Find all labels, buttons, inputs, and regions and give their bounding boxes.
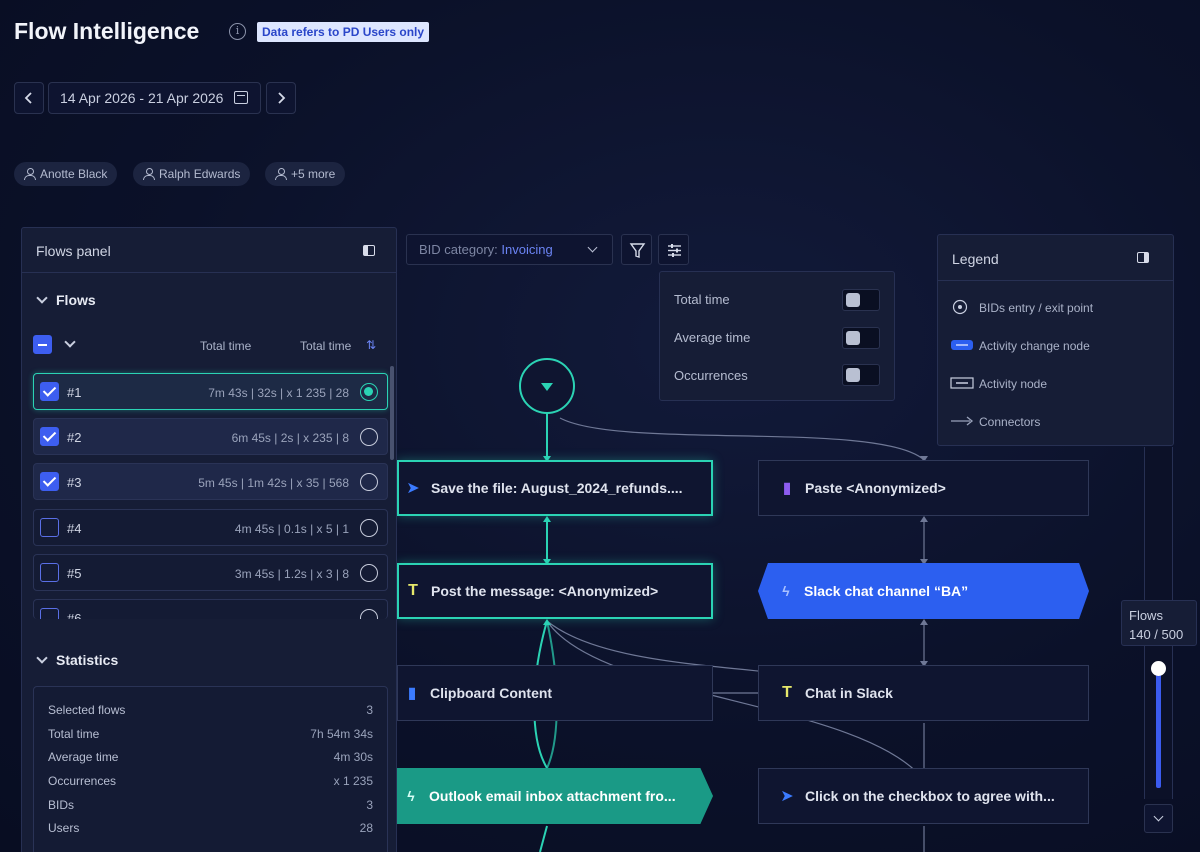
flow-radio[interactable] — [360, 473, 378, 491]
stat-row: Selected flows 3 — [48, 703, 373, 717]
chevron-down-icon — [587, 242, 598, 253]
statistics-box: Selected flows 3 Total time 7h 54m 34s Ave… — [33, 686, 388, 852]
entry-exit-point-icon — [952, 299, 968, 315]
text-icon: T — [782, 684, 792, 701]
cursor-icon: ➤ — [780, 788, 794, 805]
flows-table-header: Total time Total time ⇅ — [33, 335, 376, 357]
stat-row: Users 28 — [48, 821, 373, 836]
flow-row[interactable]: #2 6m 45s | 2s | x 235 | 8 — [33, 418, 388, 455]
connector-arrow-icon — [951, 416, 974, 426]
activity-change-node-icon — [951, 340, 973, 350]
slider-value: 140 / 500 — [1129, 627, 1184, 642]
flow-radio[interactable] — [360, 428, 378, 446]
slider-label: Flows — [1129, 608, 1163, 623]
flows-count-tooltip: Flows 140 / 500 — [1121, 600, 1197, 646]
average-time-toggle[interactable] — [842, 327, 880, 349]
statistics-section-toggle[interactable]: Statistics — [36, 652, 118, 668]
display-options-popup: Total time Average time Occurrences — [659, 271, 895, 401]
chevron-down-icon — [36, 292, 48, 304]
flow-row[interactable]: #3 5m 45s | 1m 42s | x 35 | 568 — [33, 463, 388, 500]
legend-title: Legend — [952, 251, 999, 267]
cursor-icon: ➤ — [406, 480, 420, 497]
sliders-icon — [668, 244, 681, 257]
stat-row: Occurrences x 1 235 — [48, 774, 373, 789]
collapse-panel-icon[interactable] — [1137, 252, 1149, 263]
activity-change-node-slack[interactable]: ϟ Slack chat channel “BA” — [758, 563, 1089, 619]
slider-down-button[interactable] — [1144, 804, 1173, 833]
legend-panel: Legend BIDs entry / exit point Activity … — [937, 234, 1174, 446]
display-settings-button[interactable] — [658, 234, 689, 265]
flow-checkbox[interactable] — [40, 427, 59, 446]
sort-column-header[interactable]: Total time — [300, 339, 351, 353]
total-time-toggle[interactable] — [842, 289, 880, 311]
flow-checkbox[interactable] — [40, 518, 59, 537]
activity-node-chat-slack[interactable]: T Chat in Slack — [758, 665, 1089, 721]
column-header[interactable]: Total time — [200, 339, 251, 353]
stat-row: BIDs 3 — [48, 797, 373, 812]
activity-node-paste[interactable]: ▮ Paste <Anonymized> — [758, 460, 1089, 516]
flow-row[interactable]: #5 3m 45s | 1.2s | x 3 | 8 — [33, 554, 388, 591]
lightning-icon: ϟ — [782, 583, 790, 599]
activity-node-clipboard[interactable]: ▮ Clipboard Content — [397, 665, 713, 721]
lightning-icon: ϟ — [407, 788, 415, 804]
bid-category-select[interactable]: BID category: Invoicing — [406, 234, 613, 265]
flow-row[interactable]: #6 — [33, 599, 388, 619]
filter-button[interactable] — [621, 234, 652, 265]
flow-checkbox[interactable] — [40, 608, 59, 619]
flow-row[interactable]: #4 4m 45s | 0.1s | x 5 | 1 — [33, 509, 388, 546]
flows-slider-handle[interactable] — [1151, 661, 1166, 676]
activity-node-icon — [950, 377, 974, 389]
chevron-down-icon[interactable] — [64, 336, 76, 348]
clipboard-icon: ▮ — [407, 685, 417, 702]
option-label: Occurrences — [674, 368, 748, 383]
activity-change-node-outlook[interactable]: ϟ Outlook email inbox attachment fro... — [397, 768, 713, 824]
flows-section-toggle[interactable]: Flows — [36, 292, 96, 308]
flows-slider-fill — [1156, 668, 1161, 788]
activity-node-save-file[interactable]: ➤ Save the file: August_2024_refunds.... — [397, 460, 713, 516]
flows-panel: Flows panel Flows Total time Total time … — [21, 227, 397, 852]
panel-title: Flows panel — [36, 243, 111, 259]
filter-icon — [629, 243, 646, 258]
flow-radio[interactable] — [360, 609, 378, 619]
stat-row: Total time 7h 54m 34s — [48, 726, 373, 741]
option-label: Total time — [674, 292, 730, 307]
flow-checkbox[interactable] — [40, 563, 59, 582]
flow-row[interactable]: #1 7m 43s | 32s | x 1 235 | 28 — [33, 373, 388, 410]
chevron-down-icon — [36, 652, 48, 664]
flow-radio[interactable] — [360, 564, 378, 582]
flow-radio[interactable] — [360, 519, 378, 537]
sort-icon[interactable]: ⇅ — [366, 338, 376, 352]
select-all-checkbox[interactable] — [33, 335, 52, 354]
flow-checkbox[interactable] — [40, 382, 59, 401]
stat-row: Average time 4m 30s — [48, 750, 373, 765]
flows-list-scrollbar[interactable] — [390, 366, 394, 460]
clipboard-icon: ▮ — [782, 480, 792, 497]
flow-radio[interactable] — [360, 383, 378, 401]
option-label: Average time — [674, 330, 751, 345]
activity-node-checkbox[interactable]: ➤ Click on the checkbox to agree with... — [758, 768, 1089, 824]
occurrences-toggle[interactable] — [842, 364, 880, 386]
activity-node-post-message[interactable]: T Post the message: <Anonymized> — [397, 563, 713, 619]
text-icon: T — [408, 582, 418, 599]
collapse-panel-icon[interactable] — [363, 245, 375, 256]
flow-checkbox[interactable] — [40, 472, 59, 491]
